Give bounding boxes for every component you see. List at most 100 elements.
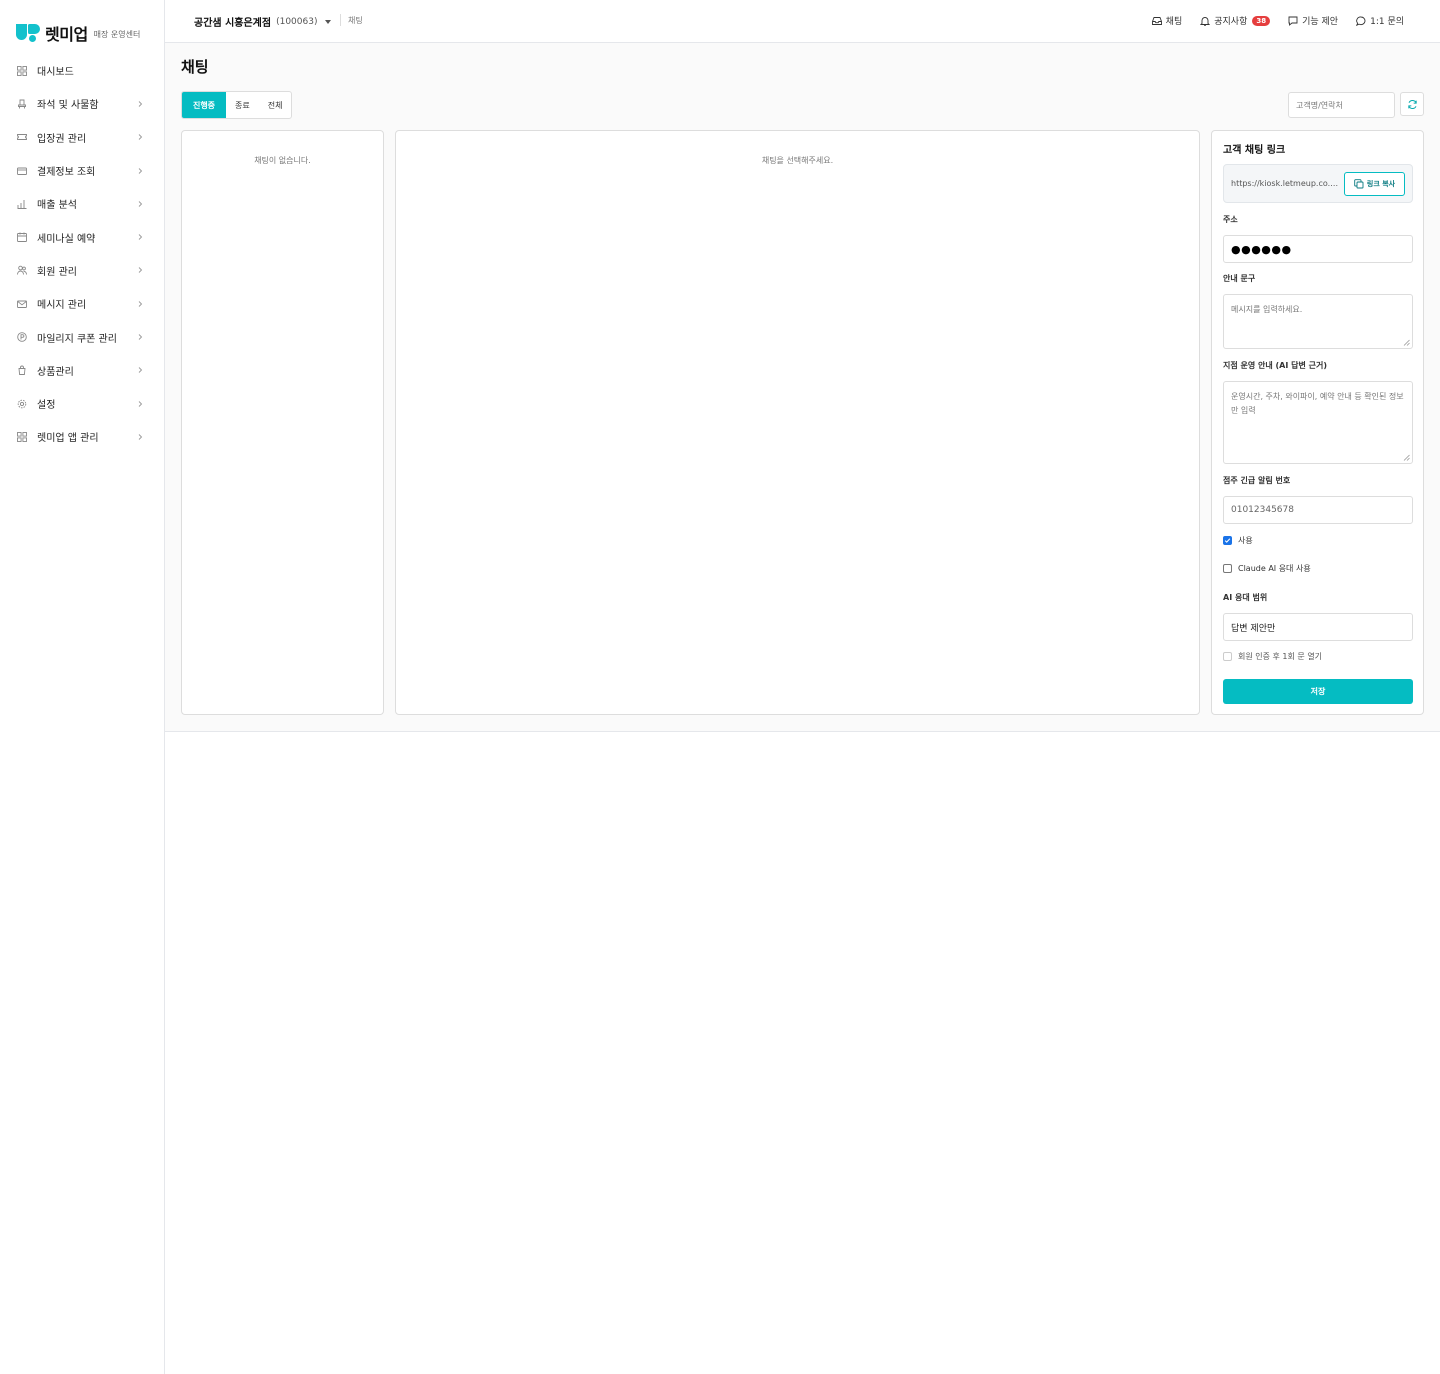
chevron-right-icon [138,334,143,340]
sidebar-item-label: 좌석 및 사물함 [37,100,99,112]
app-root: 렛미업 매장 운영센터 대시보드 좌석 및 사물함 입장권 관리 결제정보 조회 [0,0,1440,1374]
ticket-icon [17,132,27,142]
notice-count-badge: 38 [1252,15,1271,26]
caret-down-icon [325,19,332,24]
store-name: 공간샘 시흥은계점 [194,18,272,29]
sidebar-nav: 대시보드 좌석 및 사물함 입장권 관리 결제정보 조회 매출 분석 세미나실 … [0,54,164,454]
brand-logo[interactable]: 렛미업 매장 운영센터 [16,22,140,44]
inbox-icon [1151,16,1162,25]
sidebar-item-seminar[interactable]: 세미나실 예약 [0,220,164,253]
tab-all[interactable]: 전체 [259,92,292,118]
guide-textarea[interactable]: 메시지를 입력하세요. [1223,294,1413,349]
sidebar-item-messages[interactable]: 메시지 관리 [0,287,164,320]
chevron-right-icon [138,134,143,141]
chat-link-url[interactable]: https://kiosk.letmeup.co.kr... [1231,179,1341,188]
copy-link-button[interactable]: 링크 복사 [1344,172,1405,196]
checkbox-checked-icon [1223,536,1232,545]
chevron-right-icon [138,101,143,107]
chat-link-label: 채팅 [1165,17,1183,27]
sidebar-item-mileage[interactable]: 마일리지 쿠폰 관리 [0,320,164,353]
sidebar-item-products[interactable]: 상품관리 [0,354,164,387]
store-code: (100063) [276,16,318,27]
inquiry-link[interactable]: 1:1 문의 [1356,14,1404,27]
ops-textarea[interactable]: 운영시간, 주차, 와이파이, 예약 안내 등 확인된 정보만 입력 [1223,381,1413,464]
sidebar-item-members[interactable]: 회원 관리 [0,254,164,287]
sidebar-item-label: 대시보드 [37,67,74,79]
claude-ai-checkbox[interactable]: Claude AI 응대 사용 [1223,563,1311,574]
ops-label: 지점 운영 안내 (AI 답변 근거) [1223,361,1328,370]
breadcrumb-divider [340,14,341,26]
gear-icon [17,399,27,409]
app-icon [17,431,27,442]
ops-placeholder: 운영시간, 주차, 와이파이, 예약 안내 등 확인된 정보만 입력 [1231,392,1404,415]
sidebar-item-label: 세미나실 예약 [37,233,96,245]
address-value: ●●●●●● [1231,242,1292,256]
chevron-right-icon [138,201,143,207]
suggest-link[interactable]: 기능 제안 [1288,14,1338,27]
sidebar-item-settings[interactable]: 설정 [0,387,164,420]
sidebar-item-label: 메시지 관리 [37,300,87,312]
chevron-right-icon [138,234,143,240]
mail-icon [17,299,27,309]
coupon-icon [17,332,27,342]
sidebar-item-payments[interactable]: 결제정보 조회 [0,154,164,187]
users-icon [17,265,27,275]
emergency-label: 점주 긴급 알림 번호 [1223,476,1291,485]
address-field[interactable]: ●●●●●● [1223,235,1413,263]
sidebar-item-label: 렛미업 앱 관리 [37,433,99,445]
sidebar: 렛미업 매장 운영센터 대시보드 좌석 및 사물함 입장권 관리 결제정보 조회 [0,0,165,1374]
chat-link[interactable]: 채팅 [1151,14,1183,27]
status-tabs: 진행중 종료 전체 [181,91,293,119]
chat-bubble-icon [1356,16,1366,26]
sidebar-item-dashboard[interactable]: 대시보드 [0,54,164,87]
search-input[interactable] [1288,92,1395,118]
card-icon [17,166,27,176]
store-selector[interactable]: 공간샘 시흥은계점 (100063) [194,14,332,29]
refresh-button[interactable] [1400,92,1424,116]
chat-view-empty: 채팅을 선택해주세요. [761,156,834,165]
sidebar-item-sales[interactable]: 매출 분석 [0,187,164,220]
chevron-right-icon [138,434,143,440]
sidebar-item-label: 결제정보 조회 [37,167,96,179]
resize-handle-icon[interactable] [1403,454,1410,461]
breadcrumb: 채팅 [348,16,363,25]
sidebar-item-label: 매출 분석 [37,200,77,212]
save-button[interactable]: 저장 [1223,679,1413,704]
chat-settings-panel: 고객 채팅 링크 https://kiosk.letmeup.co.kr... … [1211,130,1424,715]
suggest-link-label: 기능 제안 [1302,17,1339,27]
chat-list-empty: 채팅이 없습니다. [254,156,311,165]
use-checkbox-label: 사용 [1238,536,1253,545]
sidebar-item-app[interactable]: 렛미업 앱 관리 [0,420,164,453]
auth-door-checkbox[interactable]: 회원 인증 후 1회 문 열기 [1223,651,1322,662]
notice-link[interactable]: 공지사항 38 [1200,14,1271,27]
guide-label: 안내 문구 [1223,274,1256,283]
dashboard-icon [17,65,27,76]
brand-subtitle: 매장 운영센터 [93,30,141,39]
tab-ended[interactable]: 종료 [226,92,259,118]
sidebar-item-seats[interactable]: 좌석 및 사물함 [0,87,164,120]
auth-door-checkbox-label: 회원 인증 후 1회 문 열기 [1238,652,1323,661]
header-actions: 채팅 공지사항 38 기능 제안 1:1 문의 [1151,14,1404,27]
inquiry-link-label: 1:1 문의 [1370,17,1404,27]
product-icon [17,365,27,376]
ai-scope-select[interactable]: 답변 제안만 [1223,613,1413,641]
resize-handle-icon[interactable] [1403,339,1410,346]
ai-scope-value: 답변 제안만 [1231,623,1276,634]
calendar-icon [17,232,27,243]
top-bar: 공간샘 시흥은계점 (100063) 채팅 채팅 공지사항 38 기능 제안 1… [165,0,1440,43]
brand-name: 렛미업 [45,25,88,44]
main-content: 채팅 진행중 종료 전체 채팅이 없습니다. 채팅을 선택해주세요. 고객 채팅… [165,43,1440,732]
emergency-phone-value: 01012345678 [1231,505,1294,515]
chevron-right-icon [138,167,143,174]
ai-scope-label: AI 응대 범위 [1223,593,1268,602]
emergency-phone-input[interactable]: 01012345678 [1223,496,1413,524]
refresh-icon [1407,99,1417,109]
address-label: 주소 [1223,215,1238,224]
sidebar-item-tickets[interactable]: 입장권 관리 [0,121,164,154]
link-section-title: 고객 채팅 링크 [1223,145,1286,156]
use-checkbox[interactable]: 사용 [1223,535,1253,546]
chat-view-panel: 채팅을 선택해주세요. [395,130,1200,715]
tab-in-progress[interactable]: 진행중 [182,92,226,118]
checkbox-unchecked-icon [1223,564,1232,573]
copy-link-label: 링크 복사 [1366,180,1396,188]
